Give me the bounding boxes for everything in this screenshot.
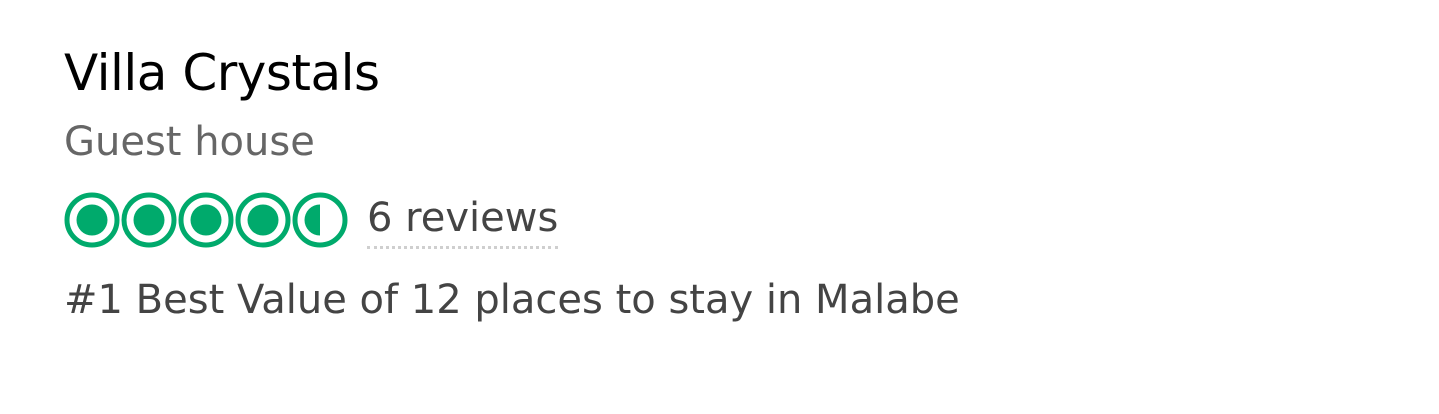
ranking-text: #1 Best Value of 12 places to stay in Ma…	[64, 277, 960, 323]
rating-bubble-full-icon	[121, 192, 177, 248]
rating-bubble-half-icon	[292, 192, 348, 248]
rating-bubble-full-icon	[64, 192, 120, 248]
rating-bubble-full-icon	[178, 192, 234, 248]
listing-card: Villa Crystals Guest house 6 reviews #1 …	[0, 0, 1439, 414]
listing-name: Villa Crystals	[64, 44, 380, 102]
rating-row: 6 reviews	[64, 190, 1439, 250]
rating-bubble-full-icon	[235, 192, 291, 248]
listing-type: Guest house	[64, 119, 315, 165]
rating-bubbles	[64, 192, 349, 248]
reviews-link[interactable]: 6 reviews	[367, 192, 559, 249]
